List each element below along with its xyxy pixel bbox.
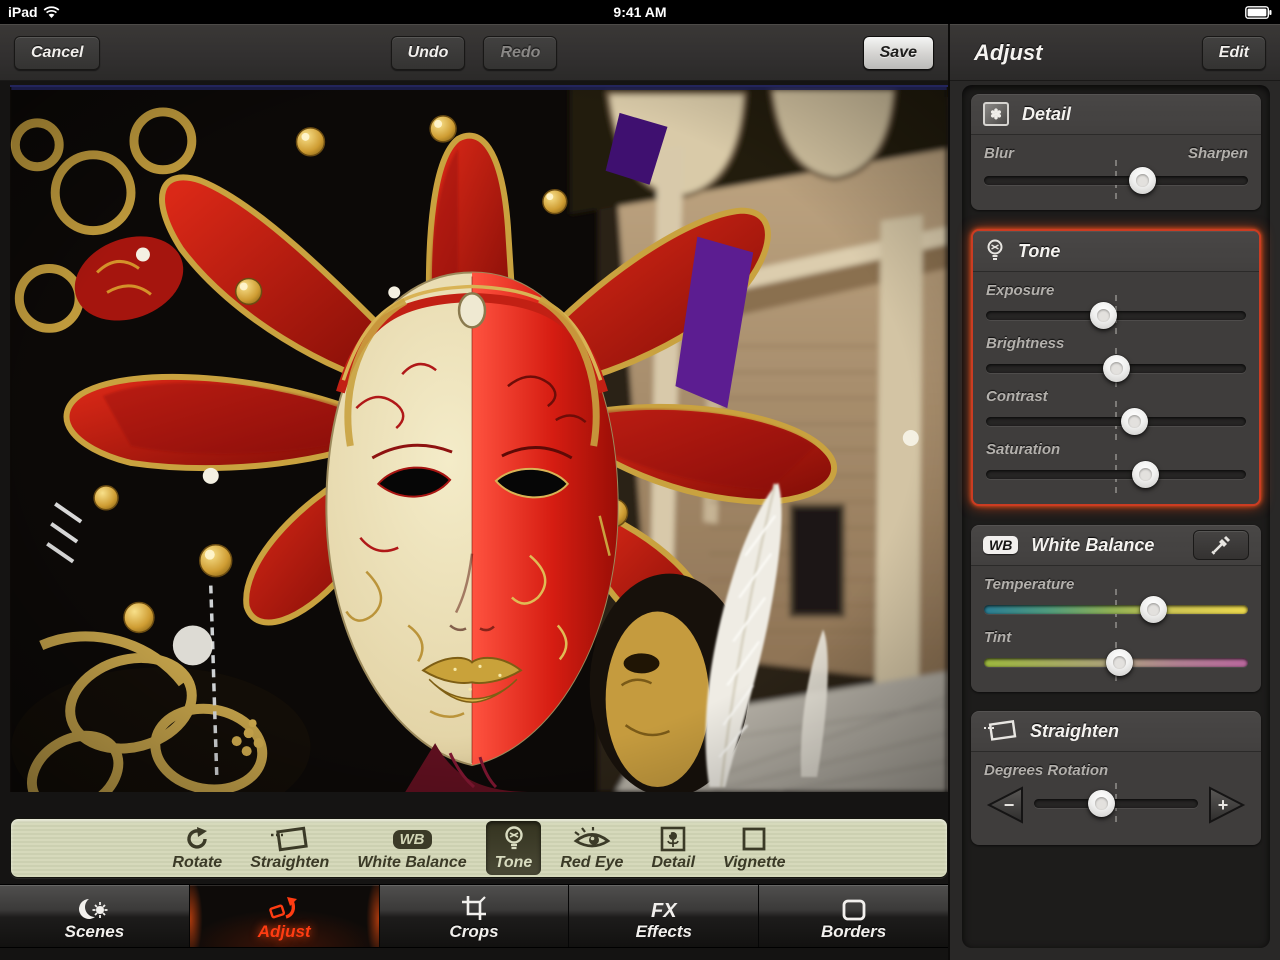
scenes-icon	[77, 895, 111, 921]
edit-button[interactable]: Edit	[1202, 36, 1266, 70]
detail-slider[interactable]	[984, 166, 1248, 196]
minus-glyph: −	[1004, 795, 1015, 815]
tint-slider[interactable]	[984, 648, 1248, 678]
detail-section-header: ✽ Detail	[971, 94, 1261, 135]
detail-icon: ✽	[983, 102, 1009, 126]
bottom-frame	[0, 948, 948, 960]
bottom-tab-bar: Scenes Adjust Crops FX Effects	[0, 884, 948, 948]
tab-effects[interactable]: FX Effects	[569, 885, 759, 947]
degrees-rotation-knob[interactable]	[1088, 790, 1115, 817]
eyedropper-icon	[1211, 535, 1231, 555]
clock: 9:41 AM	[0, 4, 1280, 20]
plus-glyph: +	[1218, 795, 1229, 815]
tool-tone[interactable]: Tone	[486, 821, 542, 875]
adjust-tools-strip: Rotate Straighten WB White Balance	[10, 818, 948, 878]
top-toolbar: Cancel Undo Redo Save	[0, 24, 948, 81]
save-button[interactable]: Save	[863, 36, 934, 70]
straighten-section-header: Straighten	[971, 711, 1261, 752]
degrees-rotation-label: Degrees Rotation	[984, 762, 1248, 779]
tab-scenes[interactable]: Scenes	[0, 885, 190, 947]
white-balance-icon: WB	[393, 824, 432, 854]
tool-vignette[interactable]: Vignette	[714, 821, 795, 875]
detail-slider-knob[interactable]	[1129, 167, 1156, 194]
tone-section: Tone Exposure Brightness Contr	[971, 229, 1261, 506]
app-window: iPad 9:41 AM Cancel Undo Redo	[0, 0, 1280, 960]
red-eye-icon	[572, 824, 612, 854]
editor-column: Cancel Undo Redo Save	[0, 24, 948, 960]
vignette-icon	[741, 824, 767, 854]
redo-button[interactable]: Redo	[483, 36, 557, 70]
tint-slider-knob[interactable]	[1106, 649, 1133, 676]
temperature-slider[interactable]	[984, 595, 1248, 625]
saturation-slider-knob[interactable]	[1132, 461, 1159, 488]
crops-icon	[461, 895, 487, 921]
straighten-icon	[270, 824, 310, 854]
sidebar-header: Adjust Edit	[950, 24, 1280, 81]
sharpen-label: Sharpen	[1188, 145, 1248, 162]
tab-crops[interactable]: Crops	[380, 885, 570, 947]
borders-icon	[841, 895, 867, 921]
tab-adjust[interactable]: Adjust	[190, 885, 380, 947]
exposure-slider-knob[interactable]	[1090, 302, 1117, 329]
cancel-button[interactable]: Cancel	[14, 36, 100, 70]
detail-section: ✽ Detail Blur Sharpen	[971, 94, 1261, 210]
saturation-slider[interactable]	[986, 460, 1246, 490]
blur-label: Blur	[984, 145, 1014, 162]
tool-rotate[interactable]: Rotate	[163, 821, 231, 875]
tool-detail[interactable]: Detail	[642, 821, 704, 875]
eyedropper-button[interactable]	[1193, 530, 1249, 560]
rotate-plus-button[interactable]: +	[1206, 785, 1248, 825]
tone-section-header: Tone	[973, 231, 1259, 272]
sidebar-well: ✽ Detail Blur Sharpen	[962, 85, 1270, 948]
contrast-slider[interactable]	[986, 407, 1246, 437]
tool-straighten[interactable]: Straighten	[241, 821, 338, 875]
tool-red-eye[interactable]: Red Eye	[551, 821, 632, 875]
fx-icon: FX	[651, 901, 677, 921]
straighten-icon	[983, 719, 1017, 743]
tone-bulb-icon	[985, 238, 1005, 264]
exposure-slider[interactable]	[986, 301, 1246, 331]
adjust-icon	[269, 895, 299, 921]
wb-badge-icon: WB	[983, 536, 1018, 554]
photo-canvas[interactable]	[10, 85, 948, 792]
brightness-slider-knob[interactable]	[1103, 355, 1130, 382]
degrees-rotation-slider[interactable]	[1034, 789, 1198, 819]
white-balance-section: WB White Balance Temperature	[971, 525, 1261, 692]
tab-borders[interactable]: Borders	[759, 885, 948, 947]
brightness-slider[interactable]	[986, 354, 1246, 384]
straighten-section: Straighten Degrees Rotation −	[971, 711, 1261, 845]
rotate-minus-button[interactable]: −	[984, 785, 1026, 825]
detail-icon	[659, 824, 687, 854]
adjust-sidebar: Adjust Edit ✽ Detail Blur Sharpen	[948, 24, 1280, 960]
status-bar: iPad 9:41 AM	[0, 0, 1280, 24]
sidebar-title: Adjust	[974, 40, 1042, 66]
photo-canvas-area	[0, 81, 948, 792]
white-balance-section-header: WB White Balance	[971, 525, 1261, 566]
tool-white-balance[interactable]: WB White Balance	[348, 821, 475, 875]
temperature-slider-knob[interactable]	[1140, 596, 1167, 623]
tone-bulb-icon	[502, 824, 526, 854]
rotate-icon	[183, 824, 211, 854]
contrast-slider-knob[interactable]	[1121, 408, 1148, 435]
undo-button[interactable]: Undo	[391, 36, 466, 70]
